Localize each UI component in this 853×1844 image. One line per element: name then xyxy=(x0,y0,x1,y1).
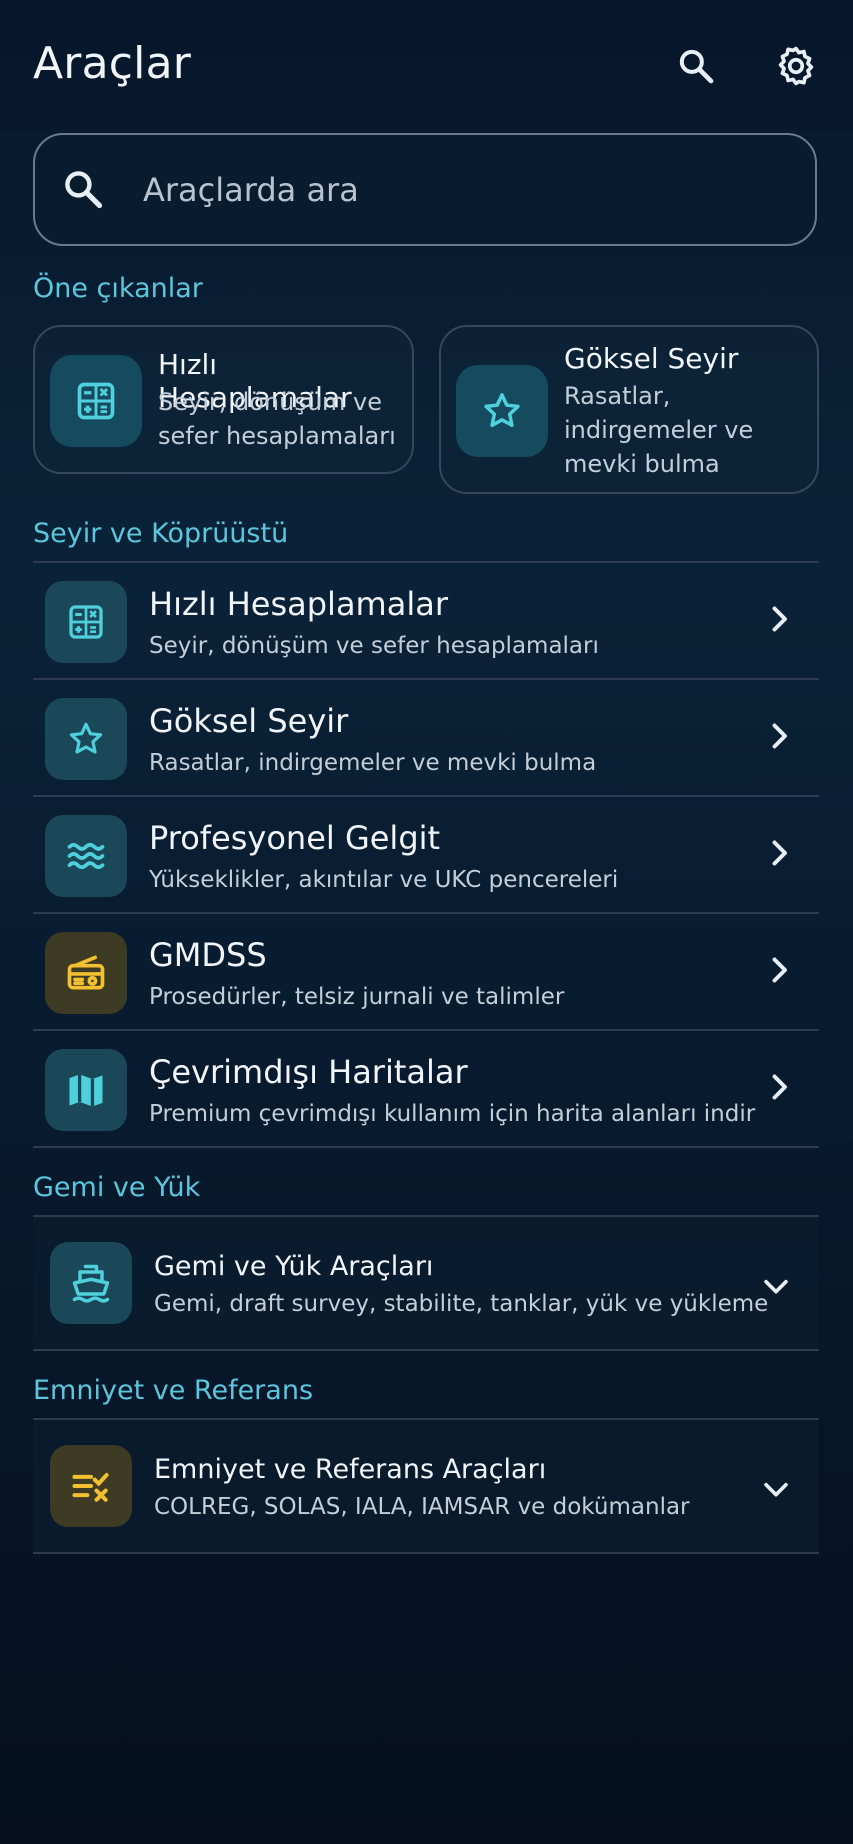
featured-card-title: Göksel Seyir xyxy=(564,342,739,375)
divider xyxy=(33,1552,819,1554)
list-item-title: Göksel Seyir xyxy=(149,702,349,740)
featured-card-desc-line: Rasatlar, xyxy=(564,382,671,410)
chevron-down-icon xyxy=(759,1472,793,1510)
featured-card-quick-calc[interactable]: Hızlı Hesaplamalar Seyir, dönüşüm ve sef… xyxy=(33,325,414,474)
star-icon xyxy=(45,698,127,780)
list-item-desc: Seyir, dönüşüm ve sefer hesaplamaları xyxy=(149,633,599,659)
group-desc: COLREG, SOLAS, IALA, IAMSAR ve dokümanla… xyxy=(154,1494,690,1520)
expandable-group-safety[interactable]: Emniyet ve Referans Araçları COLREG, SOL… xyxy=(33,1420,819,1552)
chevron-right-icon xyxy=(761,835,797,875)
waves-icon xyxy=(45,815,127,897)
top-app-bar: Araçlar xyxy=(0,0,853,130)
section-heading-safety: Emniyet ve Referans xyxy=(33,1375,314,1406)
list-item-celestial[interactable]: Göksel Seyir Rasatlar, indirgemeler ve m… xyxy=(33,680,819,795)
list-item-title: Hızlı Hesaplamalar xyxy=(149,585,448,623)
search-icon xyxy=(679,49,714,84)
ship-icon xyxy=(50,1242,132,1324)
calculator-icon xyxy=(45,581,127,663)
chevron-right-icon xyxy=(761,718,797,758)
section-heading-ship-cargo: Gemi ve Yük xyxy=(33,1172,201,1203)
app-screen: Araçlar Öne çıkanlar xyxy=(0,0,853,1844)
expandable-group-ship-cargo[interactable]: Gemi ve Yük Araçları Gemi, draft survey,… xyxy=(33,1217,819,1349)
featured-card-desc-line: mevki bulma xyxy=(564,450,720,478)
list-item-gmdss[interactable]: GMDSS Prosedürler, telsiz jurnali ve tal… xyxy=(33,914,819,1029)
header-search-button[interactable] xyxy=(670,40,722,92)
group-title: Emniyet ve Referans Araçları xyxy=(154,1454,547,1485)
divider xyxy=(33,1146,819,1148)
gear-icon xyxy=(778,46,814,86)
divider xyxy=(33,1349,819,1351)
chevron-down-icon xyxy=(759,1269,793,1307)
featured-card-desc-line: sefer hesaplamaları xyxy=(158,422,396,450)
list-item-desc: Prosedürler, telsiz jurnali ve talimler xyxy=(149,984,565,1010)
search-icon xyxy=(61,167,105,215)
tools-search-input[interactable] xyxy=(141,157,785,223)
list-item-tide[interactable]: Profesyonel Gelgit Yükseklikler, akıntıl… xyxy=(33,797,819,912)
group-title: Gemi ve Yük Araçları xyxy=(154,1251,434,1282)
checklist-icon xyxy=(50,1445,132,1527)
section-heading-featured: Öne çıkanlar xyxy=(33,273,203,304)
section-heading-navigation: Seyir ve Köprüüstü xyxy=(33,518,289,549)
chevron-right-icon xyxy=(761,952,797,992)
tools-search-box[interactable] xyxy=(33,133,817,246)
radio-icon xyxy=(45,932,127,1014)
map-icon xyxy=(45,1049,127,1131)
header-settings-button[interactable] xyxy=(770,40,822,92)
star-icon xyxy=(456,365,548,457)
featured-card-celestial[interactable]: Göksel Seyir Rasatlar, indirgemeler ve m… xyxy=(439,325,819,494)
list-item-desc: Yükseklikler, akıntılar ve UKC pencerele… xyxy=(149,867,619,893)
featured-card-desc-line: Seyir, dönüşüm ve xyxy=(158,388,383,416)
group-desc: Gemi, draft survey, stabilite, tanklar, … xyxy=(154,1291,769,1317)
list-item-desc: Premium çevrimdışı kullanım için harita … xyxy=(149,1101,756,1127)
chevron-right-icon xyxy=(761,601,797,641)
list-item-offline-maps[interactable]: Çevrimdışı Haritalar Premium çevrimdışı … xyxy=(33,1031,819,1146)
list-item-title: Profesyonel Gelgit xyxy=(149,819,441,857)
list-item-title: Çevrimdışı Haritalar xyxy=(149,1053,468,1091)
list-item-title: GMDSS xyxy=(149,936,267,974)
calculator-icon xyxy=(50,355,142,447)
page-title: Araçlar xyxy=(33,38,192,89)
featured-card-desc-line: indirgemeler ve xyxy=(564,416,754,444)
chevron-right-icon xyxy=(761,1069,797,1109)
list-item-desc: Rasatlar, indirgemeler ve mevki bulma xyxy=(149,750,597,776)
list-item-quick-calc[interactable]: Hızlı Hesaplamalar Seyir, dönüşüm ve sef… xyxy=(33,563,819,678)
